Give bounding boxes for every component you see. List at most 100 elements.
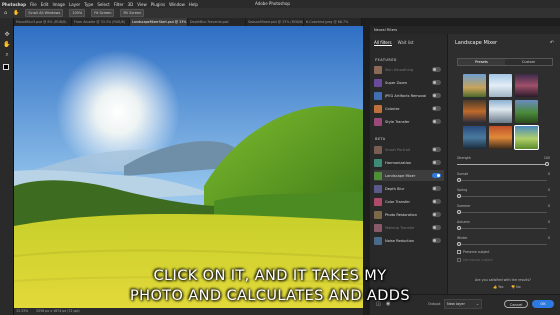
menu-view[interactable]: View [137,2,147,7]
menu-type[interactable]: Type [84,2,93,7]
menu-3d[interactable]: 3D [128,2,134,7]
filter-depth-blur[interactable]: Depth Blur [374,183,444,194]
filter-style-transfer[interactable]: Style Transfer [374,116,444,127]
autumn-slider[interactable] [457,228,547,229]
preset-thumbnail[interactable] [515,74,538,97]
cancel-button[interactable]: Cancel [504,300,528,308]
sunset-slider[interactable] [457,180,547,181]
fill-screen-button[interactable]: Fill Screen [120,9,145,17]
tab-all-filters[interactable]: All filters [374,40,392,46]
toggle-switch[interactable] [432,212,441,217]
feedback-yes-button[interactable]: 👍 Yes [493,285,503,289]
menu-image[interactable]: Image [52,2,65,7]
slider-value-autumn[interactable]: 0 [548,220,550,224]
menu-select[interactable]: Select [97,2,109,7]
filter-super-zoom[interactable]: Super Zoom [374,77,444,88]
app-menu[interactable]: Photoshop [2,2,26,7]
checkbox-label: Harmonize subject [463,258,493,262]
menu-filter[interactable]: Filter [114,2,124,7]
toggle-switch[interactable] [432,106,441,111]
preset-thumbnail[interactable] [489,100,512,123]
autumn-slider-handle[interactable] [457,226,461,230]
menu-help[interactable]: Help [189,2,198,7]
slider-value-summer[interactable]: 0 [548,204,550,208]
tab-document-active[interactable]: LandscapeMixerStart.psd @ 33% (Layer 1, … [130,18,188,26]
toggle-switch[interactable] [432,186,441,191]
tab-document[interactable]: MountBlur3.psd @ 8% (RGB/8) [14,18,72,26]
tab-document[interactable]: DepthBlur-Traverdo.psd [188,18,246,26]
preset-thumbnail[interactable] [463,100,486,123]
toggle-switch[interactable] [432,199,441,204]
preset-thumbnail[interactable] [463,126,486,149]
toggle-switch[interactable] [432,160,441,165]
tab-document[interactable]: 6-Colortest.jpeg @ 66.7% [304,18,362,26]
foreground-color-swatch[interactable] [3,64,11,70]
menu-file[interactable]: File [30,2,37,7]
document-tabs: MountBlur3.psd @ 8% (RGB/8) From Alcaide… [14,18,362,26]
toggle-switch[interactable] [432,80,441,85]
slider-value-winter[interactable]: 0 [548,236,550,240]
toggle-switch-on[interactable] [432,173,441,178]
filter-skin-smoothing[interactable]: Skin Smoothing [374,64,444,75]
preset-thumbnail[interactable] [515,100,538,123]
preset-thumbnail-selected[interactable] [514,125,539,150]
filter-harmonization[interactable]: Harmonization [374,157,444,168]
menu-window[interactable]: Window [169,2,185,7]
filter-landscape-mixer[interactable]: Landscape Mixer [374,170,444,181]
zoom-tool-icon[interactable]: ⌕ [3,52,11,58]
strength-slider[interactable] [457,164,547,165]
summer-slider[interactable] [457,212,547,213]
presets-custom-switch: Presets Custom [457,58,553,66]
preset-thumbnail[interactable] [463,74,486,97]
filter-jpeg-artifacts-removal[interactable]: JPEG Artifacts Removal [374,90,444,101]
preset-thumbnail[interactable] [489,126,512,149]
feedback-no-button[interactable]: 👎 No [511,285,521,289]
slider-value-spring[interactable]: 0 [548,188,550,192]
zoom-100-button[interactable]: 100% [69,9,86,17]
toggle-switch[interactable] [432,67,441,72]
ok-button[interactable]: OK [532,300,554,308]
menu-layer[interactable]: Layer [69,2,80,7]
toggle-switch[interactable] [432,238,441,243]
summer-slider-handle[interactable] [457,210,461,214]
zoom-level[interactable]: 33.33% [16,308,28,315]
harmonize-subject-checkbox[interactable]: Harmonize subject [457,258,493,262]
hand-tool-icon[interactable]: ✋ [3,42,11,48]
winter-slider[interactable] [457,244,547,245]
tab-document[interactable]: SeasonMixed.psd @ 33% (RGB/8) [246,18,304,26]
tab-document[interactable]: From Alcaide @ 33.3% (RGB/8) [72,18,130,26]
preset-thumbnail[interactable] [489,74,512,97]
filter-noise-reduction[interactable]: Noise Reduction [374,235,444,246]
featured-heading: FEATURED [375,58,397,62]
filter-colorize[interactable]: Colorize [374,103,444,114]
spring-slider-handle[interactable] [457,194,461,198]
scroll-all-windows-checkbox[interactable]: Scroll All Windows [25,9,64,17]
tab-custom[interactable]: Custom [505,59,552,65]
filter-photo-restoration[interactable]: Photo Restoration [374,209,444,220]
tab-presets[interactable]: Presets [458,59,505,65]
filter-makeup-transfer[interactable]: Makeup Transfer [374,222,444,233]
toggle-switch[interactable] [432,93,441,98]
toggle-switch[interactable] [432,225,441,230]
fit-screen-button[interactable]: Fit Screen [91,9,115,17]
menu-plugins[interactable]: Plugins [151,2,165,7]
strength-slider-handle[interactable] [545,162,549,166]
filter-color-transfer[interactable]: Color Transfer [374,196,444,207]
filter-label: Depth Blur [385,186,405,191]
toggle-switch[interactable] [432,147,441,152]
sunset-slider-handle[interactable] [457,178,461,182]
home-icon[interactable]: ⌂ [4,10,7,16]
move-tool-icon[interactable]: ✥ [3,32,11,38]
tools-panel: ✥ ✋ ⌕ [0,18,14,315]
tab-wait-list[interactable]: Wait list [398,40,414,46]
slider-value-sunset[interactable]: 0 [548,172,550,176]
slider-value-strength[interactable]: 100 [544,156,550,160]
menu-edit[interactable]: Edit [41,2,49,7]
filter-label: Colorize [385,106,400,111]
preserve-subject-checkbox[interactable]: Preserve subject [457,250,489,254]
spring-slider[interactable] [457,196,547,197]
toggle-switch[interactable] [432,119,441,124]
winter-slider-handle[interactable] [457,242,461,246]
filter-smart-portrait[interactable]: Smart Portrait [374,144,444,155]
undo-icon[interactable]: ↶ [550,40,554,46]
